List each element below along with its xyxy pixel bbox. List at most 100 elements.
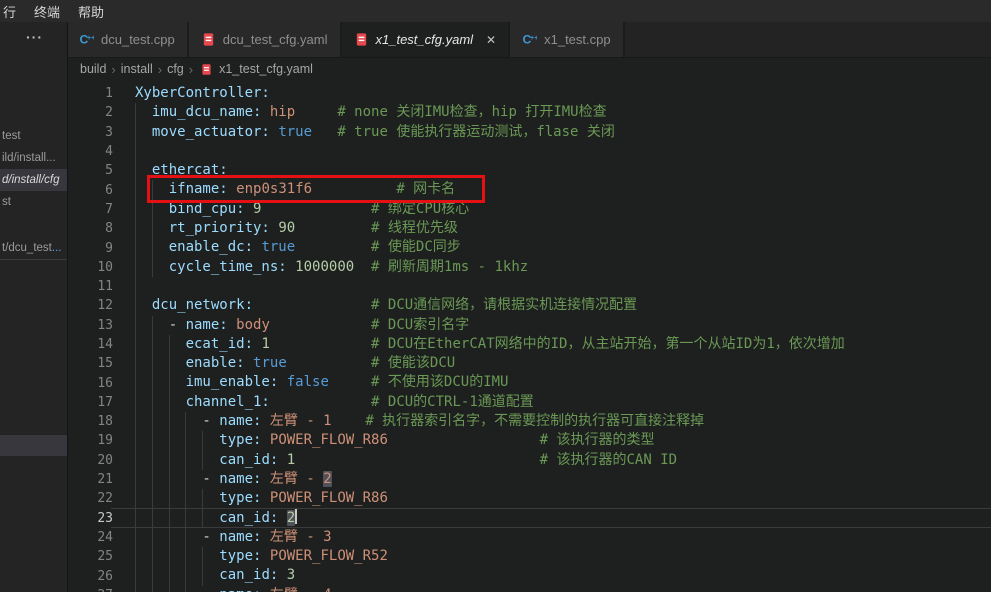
code-line-22[interactable]: 22 type: POWER_FLOW_R86 [67,489,991,508]
code-token [135,394,186,410]
line-number[interactable]: 20 [67,453,113,468]
code-token [135,259,169,275]
code-line-text: channel_1: # DCU的CTRL-1通道配置 [135,393,534,412]
code-line-19[interactable]: 19 type: POWER_FLOW_R86 # 该执行器的类型 [67,431,991,450]
line-number[interactable]: 27 [67,588,113,592]
code-line-25[interactable]: 25 type: POWER_FLOW_R52 [67,547,991,566]
code-token [261,490,269,506]
code-line-text: can_id: 1 # 该执行器的CAN ID [135,451,677,470]
breadcrumb-item-install[interactable]: install [121,62,153,76]
code-line-12[interactable]: 12 dcu_network: # DCU通信网络，请根据实机连接情况配置 [67,296,991,315]
code-token: - [135,471,219,487]
line-number[interactable]: 4 [67,144,113,159]
code-token [135,201,169,217]
line-number[interactable]: 22 [67,491,113,506]
line-number[interactable]: 12 [67,298,113,313]
code-line-text: bind_cpu: 9 # 绑定CPU核心 [135,200,469,219]
menu-bar: 行终端帮助 [0,0,991,22]
code-line-text: cycle_time_ns: 1000000 # 刷新周期1ms - 1khz [135,258,528,277]
code-line-21[interactable]: 21 - name: 左臂 - 2 [67,470,991,489]
panel-item[interactable]: ild/install... [2,150,56,166]
tab-x1_test_cfg-yaml[interactable]: x1_test_cfg.yaml ✕ [342,22,511,57]
code-token [253,297,371,313]
line-number[interactable]: 21 [67,472,113,487]
code-line-17[interactable]: 17 channel_1: # DCU的CTRL-1通道配置 [67,393,991,412]
line-number[interactable]: 24 [67,530,113,545]
line-number[interactable]: 9 [67,241,113,256]
line-number[interactable]: 18 [67,414,113,429]
code-token [261,413,269,429]
code-line-6[interactable]: 6 ifname: enp0s31f6 # 网卡名 [67,180,991,199]
line-number[interactable]: 3 [67,125,113,140]
line-number[interactable]: 8 [67,221,113,236]
code-token [312,181,396,197]
code-line-8[interactable]: 8 rt_priority: 90 # 线程优先级 [67,219,991,238]
code-token [135,374,186,390]
code-line-14[interactable]: 14 ecat_id: 1 # DCU在EtherCAT网络中的ID，从主站开始… [67,335,991,354]
line-number[interactable]: 11 [67,279,113,294]
code-line-1[interactable]: 1XyberController: [67,84,991,103]
line-number[interactable]: 13 [67,318,113,333]
code-token: - [135,317,186,333]
panel-item-label: d/install/cfg [2,174,60,186]
line-number[interactable]: 25 [67,549,113,564]
line-number[interactable]: 5 [67,163,113,178]
breadcrumb-item-file[interactable]: x1_test_cfg.yaml [219,62,313,76]
code-line-27[interactable]: 27 - name: 左臂 - 4 [67,586,991,592]
code-line-4[interactable]: 4 [67,142,991,161]
menu-item-1[interactable]: 终端 [25,2,69,21]
code-line-7[interactable]: 7 bind_cpu: 9 # 绑定CPU核心 [67,200,991,219]
code-line-2[interactable]: 2 imu_dcu_name: hip # none 关闭IMU检查，hip 打… [67,103,991,122]
code-token [295,239,371,255]
more-actions-icon[interactable]: ··· [26,30,43,44]
line-number[interactable]: 1 [67,86,113,101]
panel-item[interactable]: st [2,194,11,210]
tab-label: x1_test_cfg.yaml [376,32,474,47]
code-token: true [261,239,295,255]
code-line-18[interactable]: 18 - name: 左臂 - 1 # 执行器索引名字，不需要控制的执行器可直接… [67,412,991,431]
close-icon[interactable]: ✕ [486,34,496,46]
code-editor[interactable]: 1XyberController:2 imu_dcu_name: hip # n… [67,80,991,592]
code-token: true [278,124,312,140]
line-number[interactable]: 2 [67,105,113,120]
panel-item[interactable]: test [2,128,21,144]
breadcrumb-item-build[interactable]: build [80,62,106,76]
code-line-16[interactable]: 16 imu_enable: false # 不使用该DCU的IMU [67,373,991,392]
tab-dcu_test-cpp[interactable]: C++dcu_test.cpp [67,22,189,57]
line-number[interactable]: 19 [67,433,113,448]
code-line-text: type: POWER_FLOW_R86 # 该执行器的类型 [135,431,654,450]
code-line-11[interactable]: 11 [67,277,991,296]
line-number[interactable]: 23 [67,511,113,526]
tab-x1_test-cpp[interactable]: C++x1_test.cpp [510,22,625,57]
code-token [287,355,371,371]
panel-item[interactable]: t/dcu_test... [2,240,61,256]
panel-item-suffix: ... [52,242,62,254]
line-number[interactable]: 14 [67,337,113,352]
code-token: type: [219,432,261,448]
code-line-13[interactable]: 13 - name: body # DCU索引名字 [67,316,991,335]
code-line-10[interactable]: 10 cycle_time_ns: 1000000 # 刷新周期1ms - 1k… [67,258,991,277]
code-token: 2 [287,510,295,526]
code-line-9[interactable]: 9 enable_dc: true # 使能DC同步 [67,238,991,257]
menu-item-2[interactable]: 帮助 [69,2,113,21]
line-number[interactable]: 7 [67,202,113,217]
panel-item[interactable]: d/install/cfg [2,172,60,188]
code-line-24[interactable]: 24 - name: 左臂 - 3 [67,528,991,547]
code-line-15[interactable]: 15 enable: true # 使能该DCU [67,354,991,373]
code-line-3[interactable]: 3 move_actuator: true # true 使能执行器运动测试，f… [67,123,991,142]
code-line-23[interactable]: 23 can_id: 2 [67,509,991,528]
menu-item-0[interactable]: 行 [0,2,25,21]
tab-dcu_test_cfg-yaml[interactable]: dcu_test_cfg.yaml [189,22,342,57]
yaml-file-icon [200,63,213,76]
line-number[interactable]: 16 [67,376,113,391]
code-line-26[interactable]: 26 can_id: 3 [67,566,991,585]
line-number[interactable]: 6 [67,183,113,198]
code-line-5[interactable]: 5 ethercat: [67,161,991,180]
line-number[interactable]: 10 [67,260,113,275]
line-number[interactable]: 17 [67,395,113,410]
line-number[interactable]: 15 [67,356,113,371]
line-number[interactable]: 26 [67,569,113,584]
code-token: channel_1: [186,394,270,410]
breadcrumb-item-cfg[interactable]: cfg [167,62,184,76]
code-line-20[interactable]: 20 can_id: 1 # 该执行器的CAN ID [67,451,991,470]
